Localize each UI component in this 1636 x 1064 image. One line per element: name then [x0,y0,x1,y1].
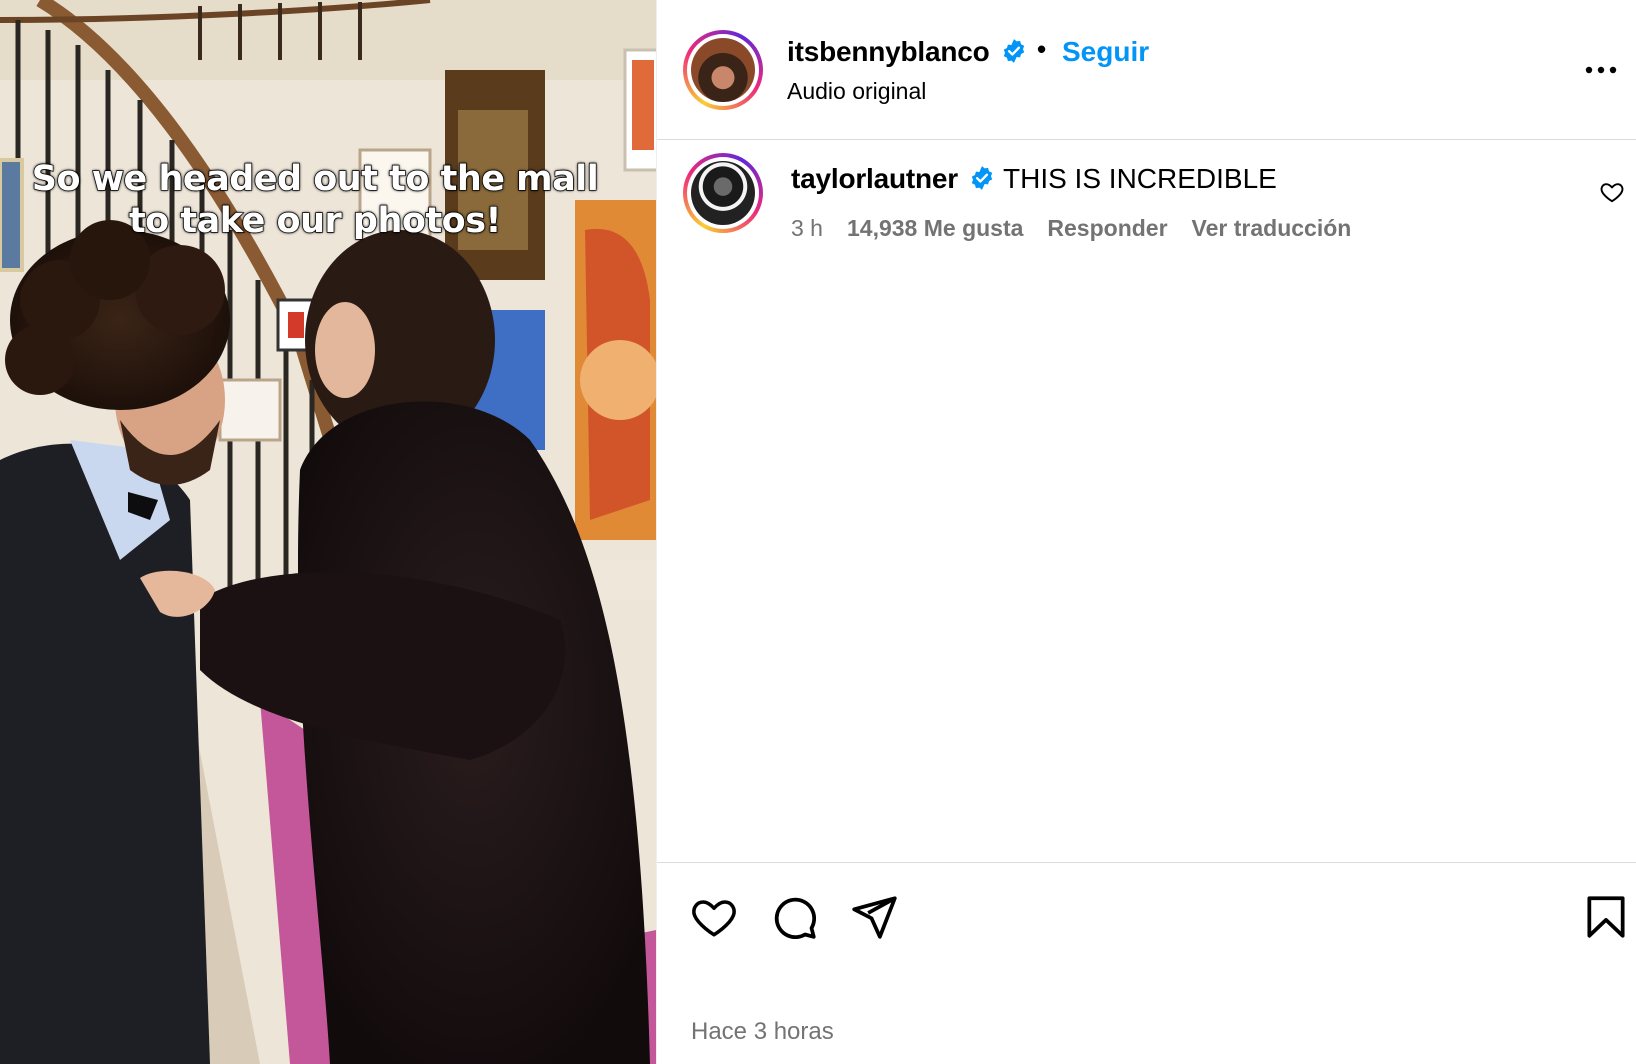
author-username[interactable]: itsbennyblanco [787,36,990,68]
post-header: itsbennyblanco • Seguir Audio original [657,0,1636,140]
reply-button[interactable]: Responder [1047,215,1167,242]
post-video[interactable]: So we headed out to the mall to take our… [0,0,656,1064]
verified-badge-icon [1001,38,1027,69]
comment-likes[interactable]: 14,938 Me gusta [847,215,1023,242]
actions-divider [657,862,1636,864]
video-caption: So we headed out to the mall to take our… [20,158,610,242]
follow-button[interactable]: Seguir [1062,36,1149,68]
comment-text: THIS IS INCREDIBLE [1003,163,1277,194]
caption-line-1: So we headed out to the mall [31,158,599,199]
header-separator: • [1037,34,1047,64]
bookmark-icon[interactable] [1581,892,1631,942]
send-icon[interactable] [849,892,899,942]
translate-button[interactable]: Ver traducción [1192,215,1352,242]
audio-label[interactable]: Audio original [787,78,926,105]
commenter-avatar[interactable] [683,153,763,233]
caption-line-2: to take our photos! [128,200,502,241]
verified-badge-icon [969,165,995,196]
commenter-username[interactable]: taylorlautner [791,163,958,195]
more-options-icon[interactable] [1581,56,1621,84]
post-timestamp[interactable]: Hace 3 horas [691,1018,834,1046]
comment-time[interactable]: 3 h [791,215,823,242]
author-avatar[interactable] [683,30,763,110]
comment-item: taylorlautner THIS IS INCREDIBLE 3 h 14,… [657,141,1636,261]
post-details-panel: itsbennyblanco • Seguir Audio original t… [656,0,1636,1064]
comment-meta: 3 h 14,938 Me gusta Responder Ver traduc… [791,215,1351,242]
comment-icon[interactable] [769,892,819,942]
heart-icon[interactable] [689,892,739,942]
comment-heart-icon[interactable] [1599,179,1625,205]
